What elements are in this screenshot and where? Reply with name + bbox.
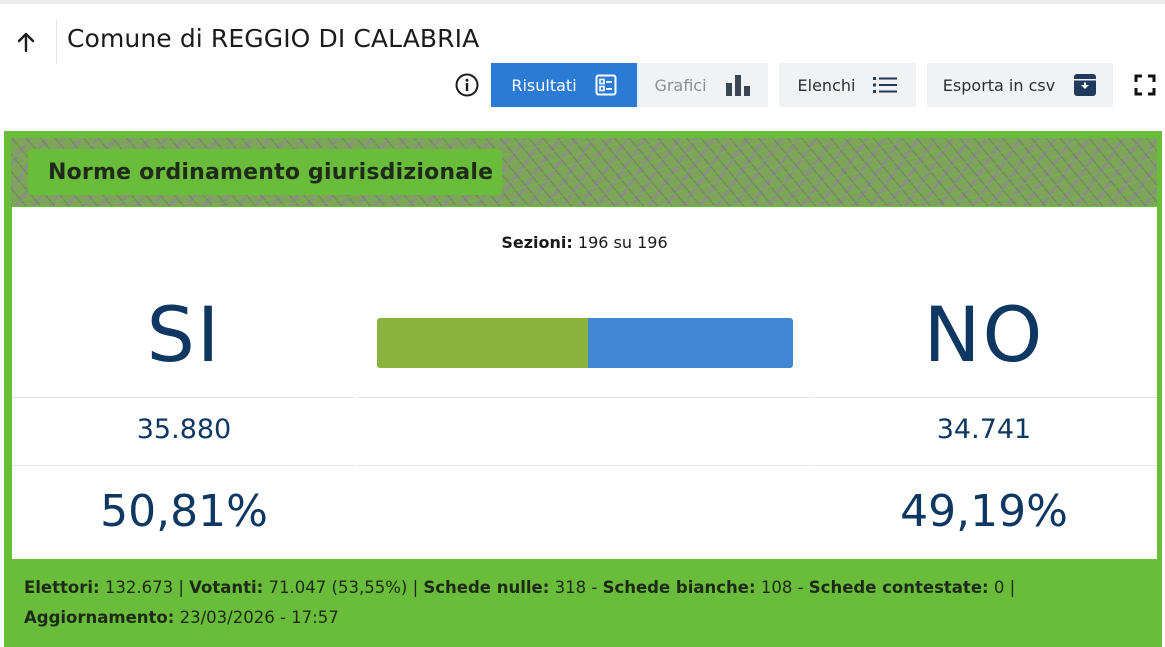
elettori-value: 132.673: [104, 578, 174, 597]
no-percent: 49,19%: [900, 486, 1068, 537]
schede-nulle-value: 318: [554, 578, 587, 597]
aggiornamento-value: 23/03/2026 - 17:57: [179, 608, 339, 627]
referendum-title-tag: Norme ordinamento giurisdizionale: [28, 149, 502, 195]
votanti-value: 71.047 (53,55%): [268, 578, 408, 597]
separator: |: [412, 578, 419, 597]
sezioni-status: Sezioni: 196 su 196: [12, 233, 1157, 252]
arrow-up-icon: [17, 32, 35, 53]
si-votes: 35.880: [136, 414, 232, 445]
info-icon: [455, 73, 479, 97]
separator: -: [591, 578, 598, 597]
tab-risultati[interactable]: Risultati: [491, 63, 637, 107]
schede-contestate-value: 0: [993, 578, 1005, 597]
page-title: Comune di REGGIO DI CALABRIA: [67, 24, 480, 53]
si-percent: 50,81%: [100, 486, 268, 537]
schede-nulle-label: Schede nulle:: [423, 578, 550, 597]
no-votes: 34.741: [936, 414, 1032, 445]
elettori-label: Elettori:: [24, 578, 100, 597]
tab-grafici[interactable]: Grafici: [637, 63, 768, 107]
referendum-title: Norme ordinamento giurisdizionale: [48, 159, 494, 185]
schede-contestate-label: Schede contestate:: [808, 578, 989, 597]
no-label: NO: [923, 290, 1045, 379]
tab-risultati-label: Risultati: [511, 75, 577, 95]
row-divider: [12, 397, 354, 398]
result-bar: [377, 318, 793, 368]
row-divider: [12, 465, 354, 466]
separator: -: [797, 578, 804, 597]
row-divider: [357, 397, 812, 398]
download-box-icon: [1074, 74, 1097, 96]
tab-elenchi-label: Elenchi: [797, 75, 856, 95]
fullscreen-button[interactable]: [1134, 74, 1156, 96]
no-bar-segment: [588, 318, 793, 368]
row-divider: [814, 397, 1157, 398]
summary-footer: Elettori: 132.673 | Votanti: 71.047 (53,…: [24, 573, 1134, 633]
header-separator: [56, 20, 57, 64]
bar-chart-icon: [725, 75, 750, 96]
export-csv-button[interactable]: Esporta in csv: [927, 63, 1113, 107]
schede-bianche-label: Schede bianche:: [602, 578, 756, 597]
sezioni-value: 196 su 196: [577, 233, 668, 252]
votanti-label: Votanti:: [189, 578, 264, 597]
top-divider: [0, 0, 1165, 4]
list-icon: [873, 77, 898, 93]
schede-bianche-value: 108: [760, 578, 793, 597]
results-panel: Sezioni: 196 su 196 SI NO 35.880 34.741 …: [12, 207, 1157, 559]
info-button[interactable]: [455, 73, 479, 97]
si-bar-segment: [377, 318, 589, 368]
list-view-icon: [595, 74, 617, 96]
separator: |: [178, 578, 184, 597]
row-divider: [814, 465, 1157, 466]
si-label: SI: [146, 290, 222, 379]
aggiornamento-label: Aggiornamento:: [24, 608, 175, 627]
row-divider: [357, 465, 812, 466]
tab-elenchi[interactable]: Elenchi: [779, 63, 916, 107]
sezioni-label: Sezioni:: [501, 233, 573, 252]
back-up-button[interactable]: [12, 28, 40, 56]
tab-grafici-label: Grafici: [654, 75, 707, 95]
fullscreen-icon: [1134, 74, 1156, 96]
separator: |: [1009, 578, 1016, 597]
export-csv-label: Esporta in csv: [942, 75, 1056, 95]
